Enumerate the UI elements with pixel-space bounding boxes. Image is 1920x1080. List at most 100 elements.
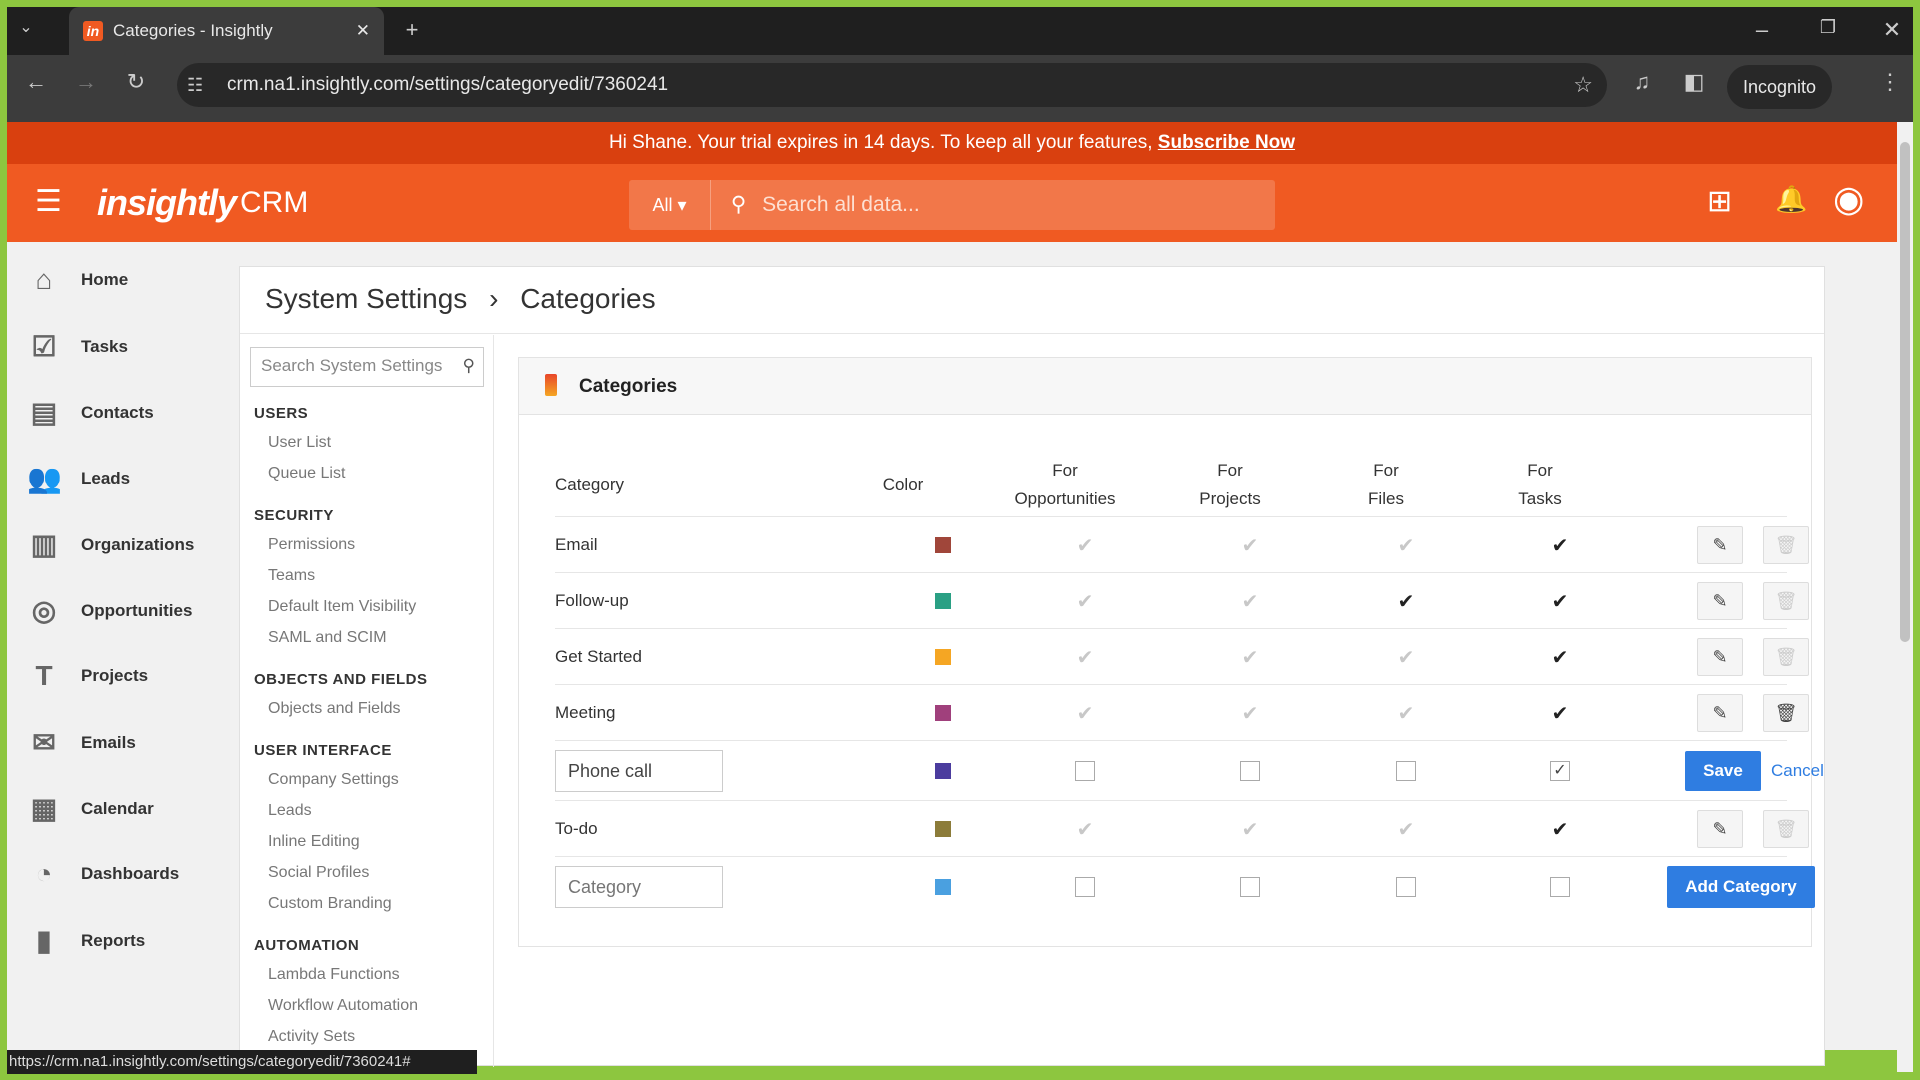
- reload-icon[interactable]: ↻: [121, 69, 151, 95]
- search-input[interactable]: Search all data...: [752, 193, 920, 216]
- sidebar-item-organizations[interactable]: ▥ Organizations: [27, 528, 195, 561]
- search-scope-dropdown[interactable]: All ▾: [629, 180, 711, 230]
- sidebar-item-tasks[interactable]: ☑ Tasks: [27, 330, 128, 363]
- new-tab-icon[interactable]: +: [397, 17, 427, 43]
- col-header-projects: For Projects: [1170, 457, 1290, 513]
- settings-nav-item[interactable]: Leads: [268, 802, 312, 820]
- for-opp-checkbox[interactable]: [1075, 761, 1095, 781]
- site-info-icon[interactable]: ☷: [187, 63, 203, 107]
- new-color-swatch[interactable]: [935, 879, 951, 895]
- breadcrumb: System Settings › Categories: [265, 283, 656, 315]
- subscribe-now-link[interactable]: Subscribe Now: [1158, 132, 1295, 153]
- breadcrumb-system-settings[interactable]: System Settings: [265, 283, 467, 314]
- settings-nav-item[interactable]: Activity Sets: [268, 1028, 355, 1046]
- settings-nav-item[interactable]: Custom Branding: [268, 895, 392, 913]
- restore-icon[interactable]: ❐: [1813, 17, 1843, 38]
- delete-button[interactable]: 🗑: [1763, 694, 1809, 732]
- cancel-link[interactable]: Cancel: [1771, 741, 1824, 801]
- edit-button[interactable]: ✎: [1697, 582, 1743, 620]
- search-icon: ⚲: [730, 193, 747, 216]
- browser-tab[interactable]: in Categories - Insightly ✕: [69, 7, 384, 55]
- settings-nav-item[interactable]: Default Item Visibility: [268, 598, 416, 616]
- sidebar-item-calendar[interactable]: ▦ Calendar: [27, 792, 154, 825]
- color-swatch[interactable]: [935, 763, 951, 779]
- delete-button[interactable]: 🗑: [1763, 526, 1809, 564]
- category-name-input[interactable]: [555, 750, 723, 792]
- delete-button[interactable]: 🗑: [1763, 582, 1809, 620]
- menu-icon[interactable]: ⋮: [1879, 69, 1901, 95]
- banner-text: Hi Shane. Your trial expires in 14 days.…: [608, 132, 1158, 153]
- check-icon: ✔: [1076, 534, 1094, 557]
- back-icon[interactable]: ←: [21, 69, 51, 95]
- for-tasks-checkbox[interactable]: ✓: [1550, 761, 1570, 781]
- check-icon: ✔: [1241, 646, 1259, 669]
- settings-nav-item[interactable]: Queue List: [268, 465, 345, 483]
- close-tab-icon[interactable]: ✕: [356, 21, 370, 41]
- col-header-color: Color: [882, 475, 924, 494]
- settings-search-input[interactable]: Search System Settings ⚲: [250, 347, 484, 387]
- sidebar-item-emails[interactable]: ✉ Emails: [27, 726, 136, 759]
- hamburger-menu-icon[interactable]: ☰: [35, 184, 62, 219]
- settings-nav-item[interactable]: Workflow Automation: [268, 997, 418, 1015]
- settings-nav-item[interactable]: Objects and Fields: [268, 700, 401, 718]
- edit-button[interactable]: ✎: [1697, 694, 1743, 732]
- notifications-bell-icon[interactable]: 🔔: [1775, 184, 1807, 215]
- check-icon: ✔: [1397, 646, 1415, 669]
- settings-nav-item[interactable]: User List: [268, 434, 331, 452]
- settings-nav-item[interactable]: Teams: [268, 567, 315, 585]
- add-category-button[interactable]: Add Category: [1667, 866, 1815, 908]
- new-category-input[interactable]: [555, 866, 723, 908]
- check-icon: ✔: [1551, 646, 1569, 669]
- sidebar-item-projects[interactable]: T Projects: [27, 660, 148, 692]
- settings-nav-item[interactable]: Social Profiles: [268, 864, 369, 882]
- close-window-icon[interactable]: ✕: [1877, 17, 1907, 43]
- edit-button[interactable]: ✎: [1697, 638, 1743, 676]
- pencil-icon: ✎: [1712, 534, 1728, 555]
- sidebar-item-dashboards[interactable]: ◔ Dashboards: [27, 858, 180, 890]
- new-for-opp-checkbox[interactable]: [1075, 877, 1095, 897]
- save-button[interactable]: Save: [1685, 751, 1761, 791]
- new-for-proj-checkbox[interactable]: [1240, 877, 1260, 897]
- delete-button[interactable]: 🗑: [1763, 810, 1809, 848]
- settings-nav: Search System Settings ⚲ USERS User List Qu…: [240, 335, 494, 1067]
- sidebar-item-leads[interactable]: 👥 Leads: [27, 462, 130, 495]
- bookmark-star-icon[interactable]: ☆: [1573, 63, 1593, 107]
- add-icon[interactable]: ⊞: [1707, 184, 1732, 219]
- scrollbar-thumb[interactable]: [1900, 142, 1910, 642]
- for-proj-checkbox[interactable]: [1240, 761, 1260, 781]
- settings-nav-item[interactable]: SAML and SCIM: [268, 629, 387, 647]
- sidebar-item-opportunities[interactable]: ◎ Opportunities: [27, 594, 193, 627]
- edit-button[interactable]: ✎: [1697, 810, 1743, 848]
- forward-icon[interactable]: →: [71, 69, 101, 95]
- side-panel-icon[interactable]: ◧: [1679, 69, 1709, 95]
- delete-button[interactable]: 🗑: [1763, 638, 1809, 676]
- color-swatch: [935, 821, 951, 837]
- sidebar-item-home[interactable]: ⌂ Home: [27, 264, 129, 296]
- insightly-logo[interactable]: insightly: [97, 182, 237, 224]
- trash-icon: 🗑: [1774, 702, 1798, 723]
- url-field[interactable]: ☷ crm.na1.insightly.com/settings/category…: [177, 63, 1607, 107]
- edit-button[interactable]: ✎: [1697, 526, 1743, 564]
- pencil-icon: ✎: [1712, 818, 1728, 839]
- sidebar-item-label: Emails: [81, 732, 136, 752]
- settings-nav-item[interactable]: Company Settings: [268, 771, 399, 789]
- new-for-files-checkbox[interactable]: [1396, 877, 1416, 897]
- user-avatar-icon[interactable]: ◉: [1833, 178, 1864, 220]
- new-for-tasks-checkbox[interactable]: [1550, 877, 1570, 897]
- incognito-badge[interactable]: Incognito: [1727, 65, 1833, 109]
- sidebar-item-reports[interactable]: ▮ Reports: [27, 924, 145, 957]
- pencil-icon: ✎: [1712, 590, 1728, 611]
- app-body: ⌂ Home ☑ Tasks ▤ Contacts 👥 Leads ▥ Organizations…: [7, 242, 1897, 1067]
- media-icon[interactable]: ♫: [1627, 69, 1657, 95]
- check-icon: ✔: [1397, 534, 1415, 557]
- settings-nav-item[interactable]: Lambda Functions: [268, 966, 400, 984]
- tab-list-icon[interactable]: ⌄: [11, 17, 41, 37]
- global-search[interactable]: All ▾ ⚲ Search all data...: [629, 180, 1275, 230]
- search-icon: ⚲: [462, 356, 475, 375]
- sidebar-item-contacts[interactable]: ▤ Contacts: [27, 396, 154, 429]
- settings-nav-item[interactable]: Permissions: [268, 536, 355, 554]
- page-scrollbar[interactable]: [1897, 122, 1913, 1072]
- settings-nav-item[interactable]: Inline Editing: [268, 833, 360, 851]
- for-files-checkbox[interactable]: [1396, 761, 1416, 781]
- minimize-icon[interactable]: –: [1747, 17, 1777, 43]
